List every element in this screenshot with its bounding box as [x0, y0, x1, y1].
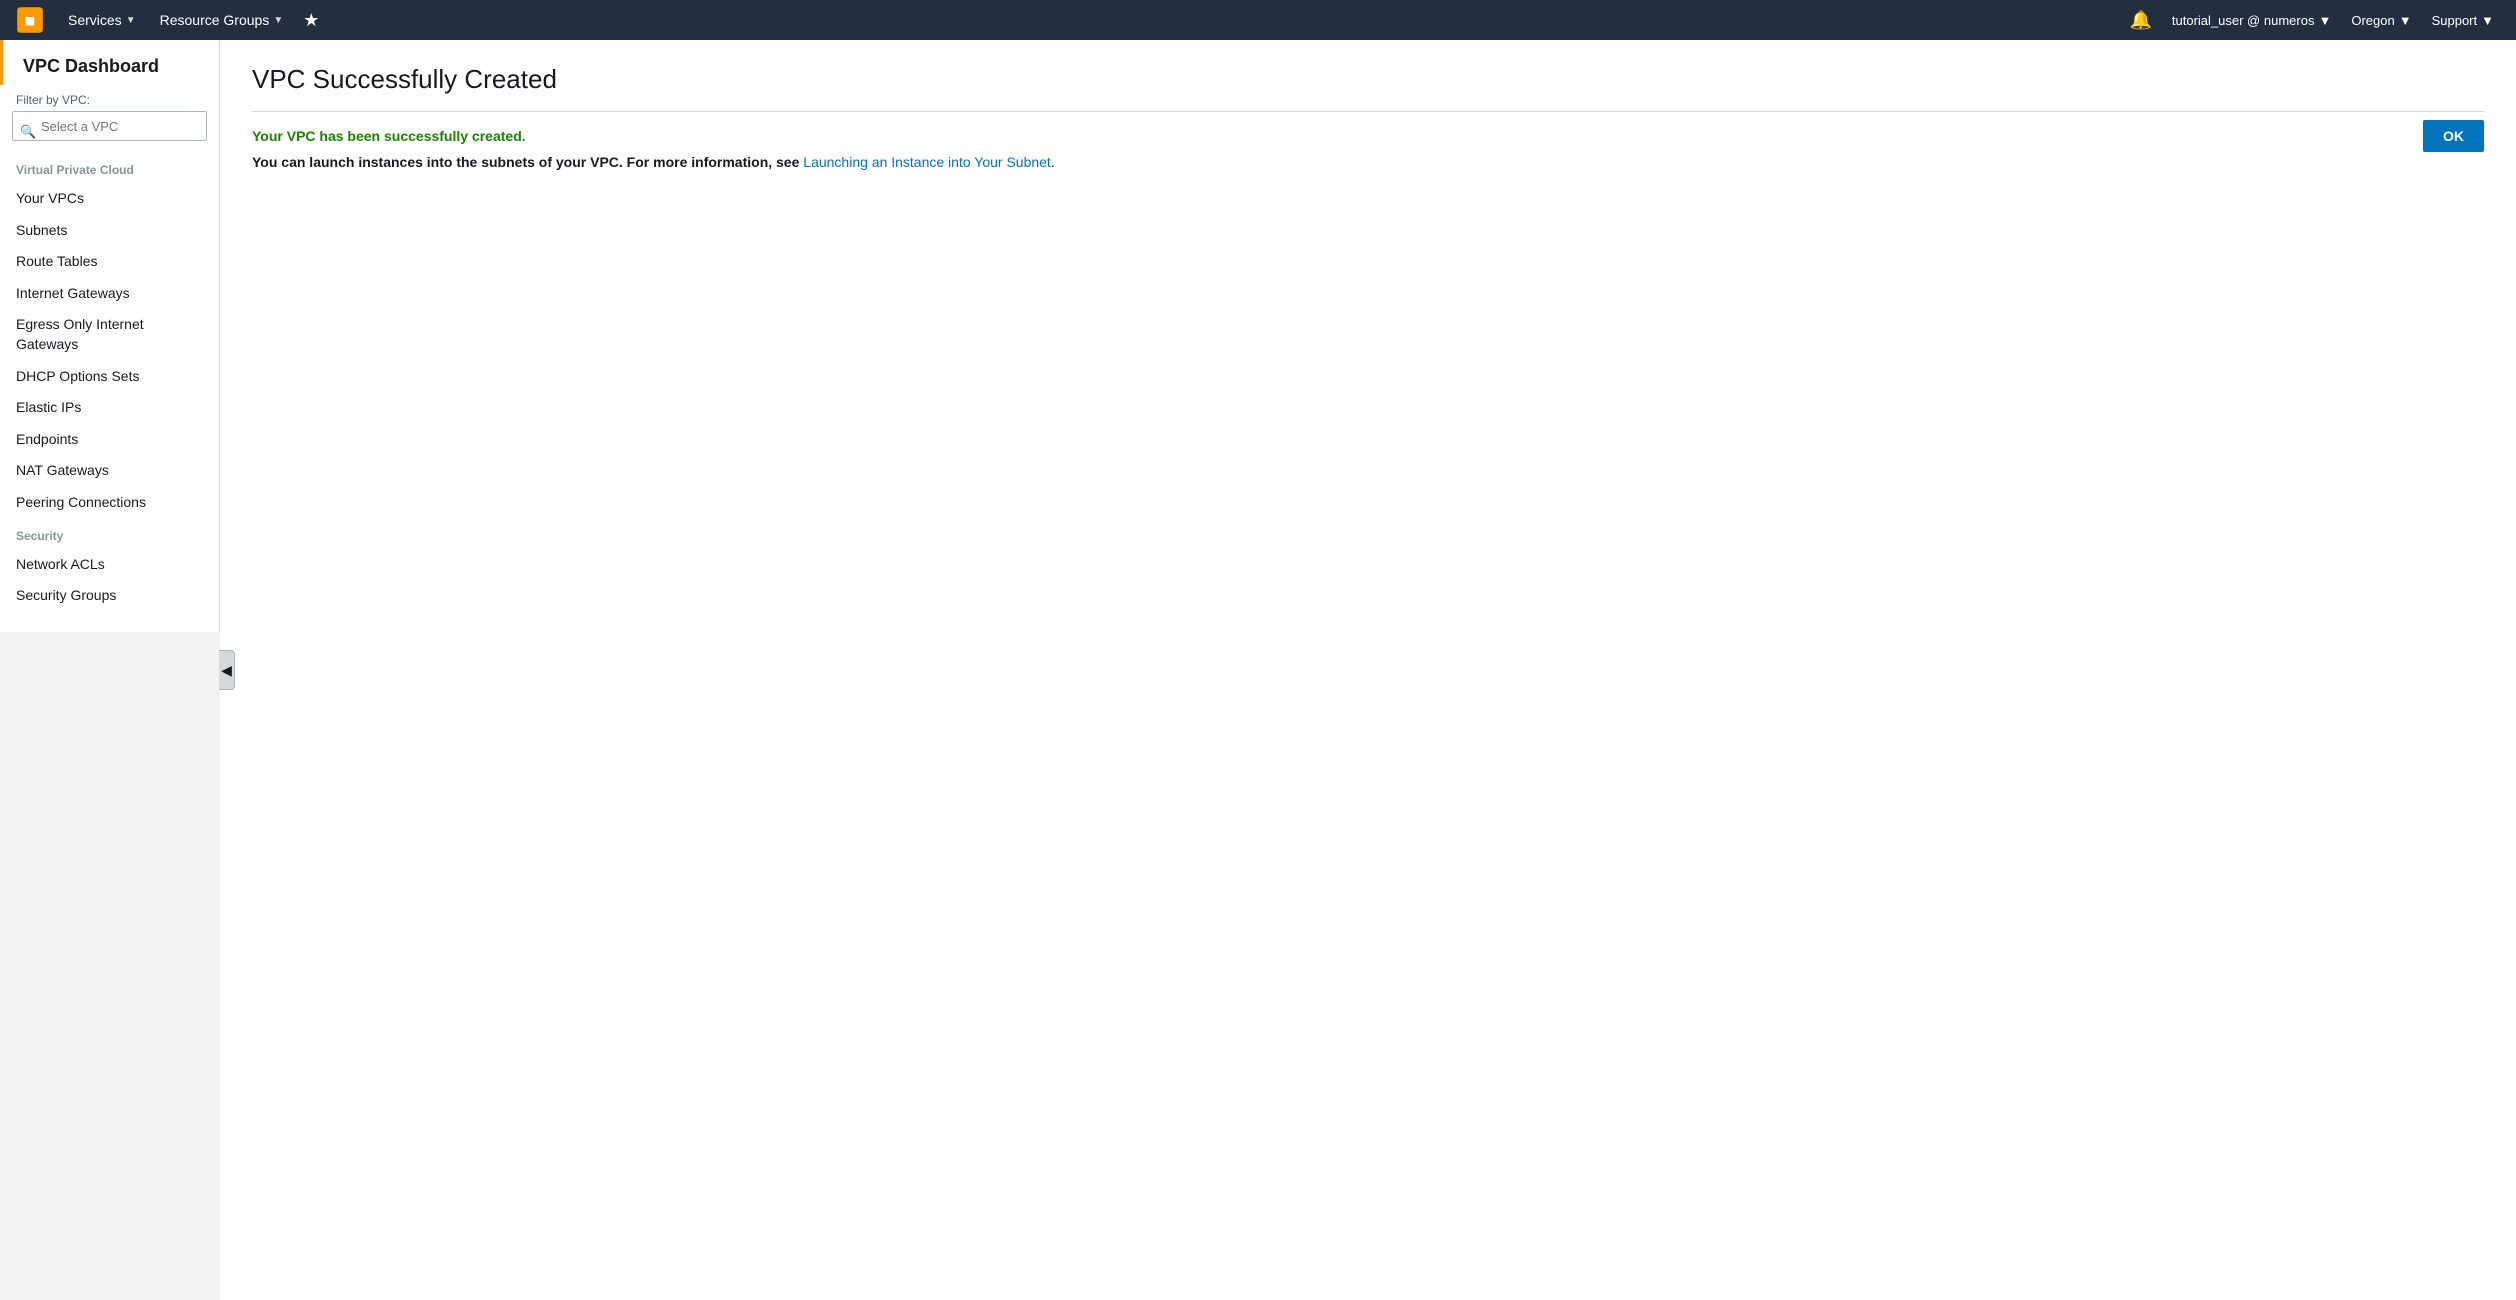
success-message: Your VPC has been successfully created.	[252, 128, 2484, 144]
region-chevron-icon: ▼	[2399, 13, 2412, 28]
app-body: VPC Dashboard Filter by VPC: 🔍 Virtual P…	[0, 40, 2516, 1300]
vpc-section-label: Virtual Private Cloud	[0, 153, 219, 183]
sidebar-item-internet-gateways[interactable]: Internet Gateways	[0, 278, 219, 310]
svg-text:■: ■	[25, 10, 36, 30]
info-text-before: You can launch instances into the subnet…	[252, 154, 803, 170]
filter-input-wrap: 🔍	[0, 111, 219, 153]
sidebar-title[interactable]: VPC Dashboard	[0, 40, 219, 85]
sidebar-item-network-acls[interactable]: Network ACLs	[0, 549, 219, 581]
filter-label: Filter by VPC:	[0, 85, 219, 111]
sidebar-item-endpoints[interactable]: Endpoints	[0, 424, 219, 456]
services-nav-item[interactable]: Services ▼	[56, 0, 148, 40]
support-menu[interactable]: Support ▼	[2422, 0, 2504, 40]
sidebar-item-subnets[interactable]: Subnets	[0, 215, 219, 247]
resource-groups-label: Resource Groups	[160, 12, 270, 28]
sidebar-item-peering-connections[interactable]: Peering Connections	[0, 487, 219, 519]
sidebar-item-your-vpcs[interactable]: Your VPCs	[0, 183, 219, 215]
nav-right-section: 🔔 tutorial_user @ numeros ▼ Oregon ▼ Sup…	[2119, 0, 2504, 40]
info-text-after: .	[1051, 154, 1055, 170]
support-label: Support	[2432, 13, 2478, 28]
security-section-label: Security	[0, 519, 219, 549]
launching-instance-link[interactable]: Launching an Instance into Your Subnet	[803, 154, 1051, 170]
page-title: VPC Successfully Created	[252, 64, 2484, 95]
sidebar-item-elastic-ips[interactable]: Elastic IPs	[0, 392, 219, 424]
pin-icon[interactable]: ★	[295, 0, 327, 40]
sidebar-collapse-handle[interactable]: ◀	[219, 650, 235, 690]
sidebar: VPC Dashboard Filter by VPC: 🔍 Virtual P…	[0, 40, 220, 632]
info-text: You can launch instances into the subnet…	[252, 152, 2484, 173]
user-chevron-icon: ▼	[2318, 13, 2331, 28]
notifications-bell-icon[interactable]: 🔔	[2119, 0, 2161, 40]
region-menu[interactable]: Oregon ▼	[2341, 0, 2421, 40]
collapse-arrow-icon: ◀	[221, 662, 232, 679]
sidebar-item-security-groups[interactable]: Security Groups	[0, 580, 219, 612]
support-chevron-icon: ▼	[2481, 13, 2494, 28]
sidebar-item-route-tables[interactable]: Route Tables	[0, 246, 219, 278]
ok-button-wrap: OK	[2423, 120, 2484, 152]
resource-groups-nav-item[interactable]: Resource Groups ▼	[148, 0, 296, 40]
services-label: Services	[68, 12, 122, 28]
resource-groups-chevron-icon: ▼	[273, 15, 283, 26]
user-label: tutorial_user @ numeros	[2172, 13, 2315, 28]
user-menu[interactable]: tutorial_user @ numeros ▼	[2162, 0, 2341, 40]
region-label: Oregon	[2351, 13, 2394, 28]
ok-button[interactable]: OK	[2423, 120, 2484, 152]
vpc-filter-input[interactable]	[12, 111, 207, 141]
sidebar-item-nat-gateways[interactable]: NAT Gateways	[0, 455, 219, 487]
main-content: VPC Successfully Created Your VPC has be…	[220, 40, 2516, 1300]
sidebar-item-egress-only-internet-gateways[interactable]: Egress Only Internet Gateways	[0, 309, 219, 360]
sidebar-wrapper: VPC Dashboard Filter by VPC: 🔍 Virtual P…	[0, 40, 220, 1300]
sidebar-item-dhcp-options-sets[interactable]: DHCP Options Sets	[0, 361, 219, 393]
top-navigation: ■ Services ▼ Resource Groups ▼ ★ 🔔 tutor…	[0, 0, 2516, 40]
services-chevron-icon: ▼	[126, 15, 136, 26]
aws-logo[interactable]: ■	[12, 2, 48, 38]
content-divider	[252, 111, 2484, 112]
search-icon: 🔍	[20, 124, 36, 140]
